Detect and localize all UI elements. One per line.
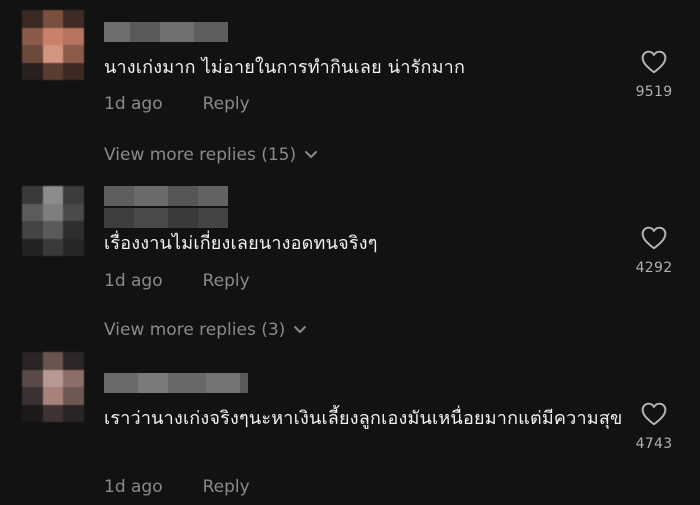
view-more-replies-label: View more replies (15) [104, 145, 297, 165]
like-count: 9519 [635, 84, 673, 100]
reply-button[interactable]: Reply [203, 94, 250, 114]
comment-text: เรื่องงานไม่เกี่ยงเลยนางอดทนจริงๆ [104, 233, 378, 254]
heart-outline-icon [641, 402, 667, 426]
timestamp: 1d ago [104, 477, 163, 497]
like-button[interactable]: 4292 [626, 226, 682, 276]
chevron-down-icon [305, 151, 318, 158]
username-redacted[interactable] [104, 186, 228, 206]
like-button[interactable]: 4743 [626, 402, 682, 452]
avatar[interactable] [22, 10, 84, 80]
comment-text: เราว่านางเก่งจริงๆนะหาเงินเลี้ยงลูกเองมั… [104, 408, 623, 429]
username-redacted[interactable] [104, 373, 248, 393]
view-more-replies-button[interactable]: View more replies (15) [104, 145, 318, 165]
reply-button[interactable]: Reply [203, 271, 250, 291]
avatar[interactable] [22, 186, 84, 256]
like-button[interactable]: 9519 [626, 50, 682, 100]
comment-meta: 1d ago Reply [104, 477, 250, 497]
username-redacted-line2 [104, 208, 228, 228]
comment-meta: 1d ago Reply [104, 94, 250, 114]
username-redacted[interactable] [104, 22, 228, 42]
chevron-down-icon [294, 326, 307, 333]
view-more-replies-label: View more replies (3) [104, 320, 286, 340]
like-count: 4743 [635, 436, 673, 452]
avatar[interactable] [22, 352, 84, 422]
comment-meta: 1d ago Reply [104, 271, 250, 291]
comment-text: นางเก่งมาก ไม่อายในการทำกินเลย น่ารักมาก [104, 57, 466, 78]
view-more-replies-button[interactable]: View more replies (3) [104, 320, 307, 340]
timestamp: 1d ago [104, 94, 163, 114]
reply-button[interactable]: Reply [203, 477, 250, 497]
heart-outline-icon [641, 226, 667, 250]
like-count: 4292 [635, 260, 673, 276]
heart-outline-icon [641, 50, 667, 74]
timestamp: 1d ago [104, 271, 163, 291]
